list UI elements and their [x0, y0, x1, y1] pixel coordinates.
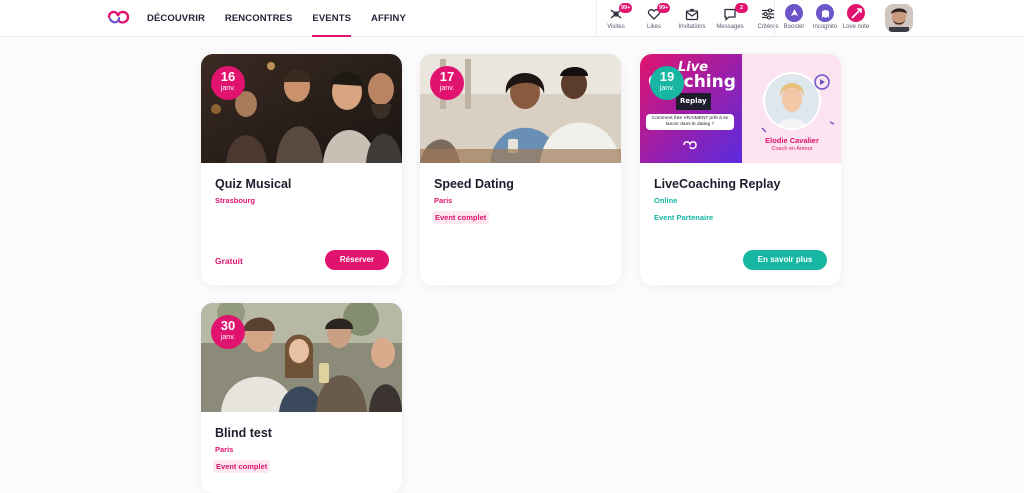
visits-button[interactable]: 99+ Visites: [602, 0, 633, 37]
event-city: Paris: [434, 196, 453, 205]
event-card[interactable]: 17 janv. Speed Dating Paris Event comple…: [420, 54, 621, 285]
boost-actions: Booster Incognito Love note: [774, 0, 872, 37]
event-month: janv.: [220, 85, 236, 92]
likes-button[interactable]: 99+ Likes: [640, 0, 671, 37]
promo-role: Coach en Amour: [771, 146, 813, 152]
event-photo: 16 janv.: [201, 54, 402, 163]
event-partner-tag: Event Partenaire: [654, 213, 714, 222]
reserve-button[interactable]: Réserver: [325, 250, 389, 270]
incognito-button[interactable]: Incognito: [810, 0, 840, 37]
user-avatar[interactable]: [885, 4, 913, 32]
promo-logo-icon: [683, 141, 697, 150]
event-price: Gratuit: [215, 256, 243, 266]
visits-badge: 99+: [619, 3, 633, 13]
event-photo: 17 janv.: [420, 54, 621, 163]
booster-icon: [785, 4, 803, 22]
nav-rencontres[interactable]: RENCONTRES: [225, 0, 293, 37]
promo-speaker: Elodie Cavalier: [765, 136, 819, 145]
event-title: Quiz Musical: [215, 177, 292, 191]
love-note-label: Love note: [842, 24, 870, 30]
learn-more-button[interactable]: En savoir plus: [743, 250, 827, 270]
event-title: LiveCoaching Replay: [654, 177, 781, 191]
event-status-tag: Event complet: [432, 211, 490, 224]
event-month: janv.: [439, 85, 455, 92]
event-day: 30: [220, 318, 236, 333]
event-promo-image: Live Coaching Replay Comment être VRAIME…: [640, 54, 841, 163]
event-card[interactable]: 30 janv. Blind test Paris Event complet: [201, 303, 402, 493]
event-photo: 30 janv.: [201, 303, 402, 412]
event-city: Strasbourg: [215, 196, 256, 205]
event-city: Online: [654, 196, 678, 205]
event-title: Speed Dating: [434, 177, 514, 191]
love-note-button[interactable]: Love note: [841, 0, 871, 37]
nav-affiny[interactable]: AFFINY: [371, 0, 406, 37]
nav-events[interactable]: EVENTS: [312, 0, 351, 37]
event-month: janv.: [659, 85, 675, 92]
event-card[interactable]: 16 janv. Quiz Musical Strasbourg Gratuit…: [201, 54, 402, 285]
event-day: 17: [439, 69, 455, 84]
event-date-badge: 17 janv.: [430, 66, 464, 100]
event-date-badge: 19 janv.: [650, 66, 684, 100]
event-month: janv.: [220, 334, 236, 341]
event-status-tag: Event complet: [213, 460, 271, 473]
event-day: 19: [659, 69, 675, 84]
event-city: Paris: [215, 445, 234, 454]
love-note-icon: [847, 4, 865, 22]
booster-button[interactable]: Booster: [779, 0, 809, 37]
promo-headline-3: Replay: [676, 93, 711, 110]
top-bar: DÉCOUVRIR RENCONTRES EVENTS AFFINY 99+ V…: [0, 0, 1024, 37]
header-actions: 99+ Visites 99+ Likes Invitations 2 Mess…: [596, 0, 787, 37]
main-nav: DÉCOUVRIR RENCONTRES EVENTS AFFINY: [147, 0, 406, 37]
event-date-badge: 30 janv.: [211, 315, 245, 349]
app-logo-icon[interactable]: [106, 8, 131, 26]
event-date-badge: 16 janv.: [211, 66, 245, 100]
messages-badge: 2: [735, 3, 748, 13]
event-title: Blind test: [215, 426, 272, 440]
sliders-icon: [762, 8, 774, 20]
likes-badge: 99+: [657, 3, 671, 13]
messages-button[interactable]: 2 Messages: [716, 0, 748, 37]
promo-question: Comment être VRAIMENT prêt à se lancer d…: [646, 114, 734, 130]
event-card[interactable]: Live Coaching Replay Comment être VRAIME…: [640, 54, 841, 285]
nav-decouvrir[interactable]: DÉCOUVRIR: [147, 0, 205, 37]
invitations-button[interactable]: Invitations: [678, 0, 706, 37]
incognito-icon: [816, 4, 834, 22]
invitation-icon: [685, 8, 699, 21]
event-day: 16: [220, 69, 236, 84]
